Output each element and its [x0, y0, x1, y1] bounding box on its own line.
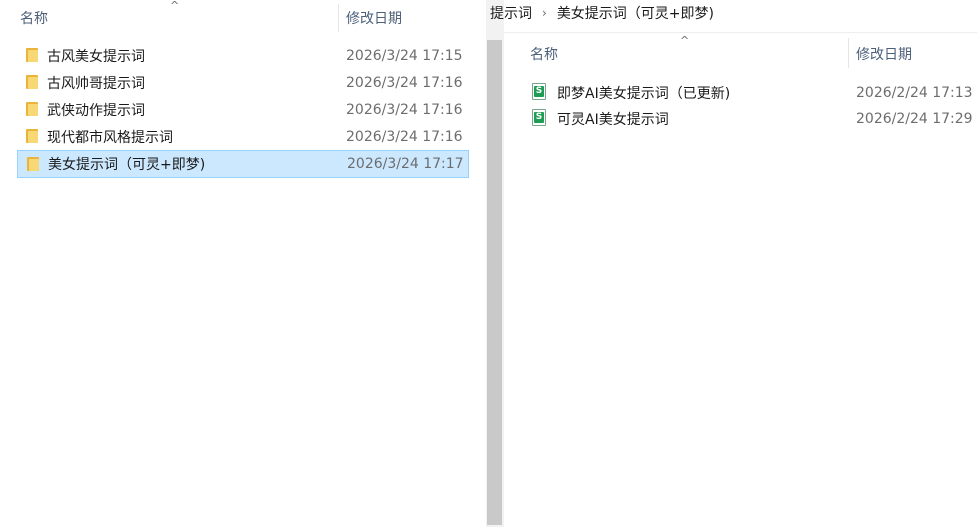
item-date: 2026/2/24 17:13 [856, 84, 973, 101]
column-header-modified-label: 修改日期 [856, 47, 912, 63]
spreadsheet-icon: S [532, 83, 546, 100]
folder-icon [26, 129, 38, 143]
spreadsheet-icon: S [532, 109, 546, 126]
item-date: 2026/3/24 17:16 [346, 101, 463, 118]
item-date: 2026/3/24 17:17 [347, 156, 464, 172]
folder-icon [26, 75, 38, 89]
column-header-name-label: 名称 [530, 47, 558, 63]
right-file-list: 名称 ^ 修改日期 S 即梦AI美女提示词（已更新) 2026/2/24 17:… [504, 0, 977, 527]
list-item[interactable]: 现代都市风格提示词 2026/3/24 17:16 [18, 123, 468, 150]
left-file-list: 名称 ^ 修改日期 古风美女提示词 2026/3/24 17:15 古风帅哥提示… [0, 0, 486, 527]
folder-icon [26, 102, 38, 116]
item-date: 2026/3/24 17:15 [346, 47, 463, 64]
list-item[interactable]: 武侠动作提示词 2026/3/24 17:16 [18, 96, 468, 123]
item-name: 可灵AI美女提示词 [557, 111, 669, 128]
column-divider[interactable] [848, 38, 849, 68]
item-name: 即梦AI美女提示词（已更新) [557, 85, 731, 102]
scrollbar-thumb[interactable] [487, 40, 502, 525]
list-item[interactable]: S 可灵AI美女提示词 2026/2/24 17:29 [528, 105, 977, 132]
folder-icon [27, 157, 39, 171]
vertical-scrollbar[interactable] [486, 0, 504, 527]
item-name: 现代都市风格提示词 [47, 129, 173, 146]
column-divider[interactable] [338, 4, 339, 32]
column-header-modified-label: 修改日期 [346, 11, 402, 27]
list-item[interactable]: S 即梦AI美女提示词（已更新) 2026/2/24 17:13 [528, 79, 977, 106]
list-item-selected[interactable]: 美女提示词（可灵+即梦) 2026/3/24 17:17 [17, 150, 469, 178]
list-item[interactable]: 古风帅哥提示词 2026/3/24 17:16 [18, 69, 468, 96]
sort-ascending-icon: ^ [170, 0, 180, 12]
item-name: 古风美女提示词 [47, 48, 145, 65]
column-header-modified[interactable]: 修改日期 [856, 36, 976, 72]
column-header-name-label: 名称 [20, 11, 48, 27]
list-item[interactable]: 古风美女提示词 2026/3/24 17:15 [18, 42, 468, 69]
item-name: 美女提示词（可灵+即梦) [48, 157, 206, 173]
item-date: 2026/3/24 17:16 [346, 74, 463, 91]
item-date: 2026/3/24 17:16 [346, 128, 463, 145]
column-header-modified[interactable]: 修改日期 [346, 0, 486, 36]
item-date: 2026/2/24 17:29 [856, 110, 973, 127]
item-name: 古风帅哥提示词 [47, 75, 145, 92]
item-name: 武侠动作提示词 [47, 102, 145, 119]
sort-ascending-icon: ^ [680, 34, 690, 47]
folder-icon [26, 48, 38, 62]
